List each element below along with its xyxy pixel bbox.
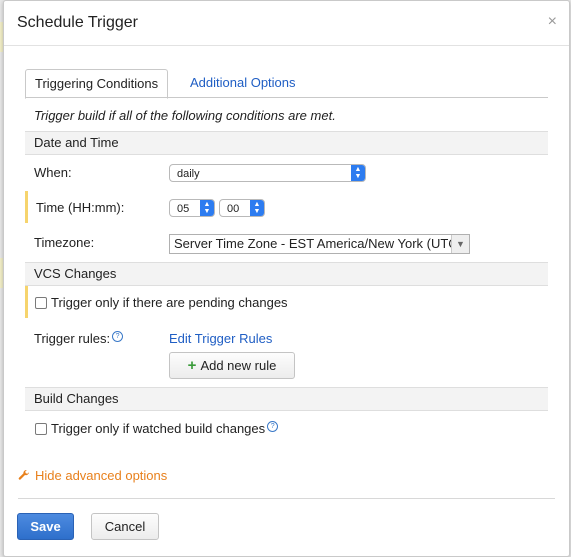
minute-select[interactable]: 00 ▲ ▼ (219, 199, 265, 217)
trigger-rules-label: Trigger rules: (34, 331, 111, 346)
hour-select-value: 05 (177, 203, 190, 215)
hour-select[interactable]: 05 ▲ ▼ (169, 199, 215, 217)
select-stepper-icon: ▲ ▼ (250, 200, 264, 216)
help-icon[interactable]: ? (112, 331, 124, 342)
watched-build-changes-group: Trigger only if watched build changes? (51, 421, 279, 436)
add-new-rule-label: Add new rule (200, 358, 277, 373)
dialog-title: Schedule Trigger (17, 14, 138, 31)
change-marker (25, 191, 28, 223)
minute-select-value: 00 (227, 203, 240, 215)
schedule-trigger-dialog: Schedule Trigger × Triggering Conditions… (3, 0, 570, 557)
change-marker (25, 286, 28, 318)
save-button[interactable]: Save (17, 513, 74, 540)
plus-icon: + (187, 357, 197, 374)
when-select[interactable]: daily ▲ ▼ (169, 164, 366, 182)
section-header-build-changes: Build Changes (25, 387, 548, 411)
help-icon[interactable]: ? (267, 421, 279, 432)
when-select-value: daily (177, 168, 200, 180)
pending-changes-label: Trigger only if there are pending change… (51, 295, 288, 310)
select-stepper-icon: ▲ ▼ (351, 165, 365, 181)
dropdown-arrow-icon: ▼ (451, 235, 469, 253)
tab-triggering-conditions[interactable]: Triggering Conditions (25, 69, 169, 99)
title-divider (4, 45, 569, 46)
wrench-icon (18, 469, 29, 480)
tab-divider (25, 97, 548, 98)
section-header-vcs-changes: VCS Changes (25, 262, 548, 286)
pending-changes-checkbox[interactable] (35, 297, 47, 309)
hide-advanced-options-link[interactable]: Hide advanced options (18, 468, 167, 483)
edit-trigger-rules-link[interactable]: Edit Trigger Rules (169, 331, 272, 346)
timezone-select[interactable]: Server Time Zone - EST America/New York … (169, 234, 470, 254)
when-label: When: (34, 165, 72, 180)
trigger-rules-label-group: Trigger rules:? (34, 331, 124, 346)
cancel-button[interactable]: Cancel (91, 513, 159, 540)
close-icon[interactable]: × (548, 13, 557, 31)
tab-additional-options[interactable]: Additional Options (181, 69, 305, 97)
section-header-date-time: Date and Time (25, 131, 548, 155)
watched-build-changes-label: Trigger only if watched build changes (51, 421, 266, 436)
hide-advanced-options-label: Hide advanced options (35, 468, 168, 483)
time-label: Time (HH:mm): (36, 200, 125, 215)
timezone-select-value: Server Time Zone - EST America/New York … (174, 236, 458, 251)
conditions-intro: Trigger build if all of the following co… (34, 108, 336, 123)
timezone-label: Timezone: (34, 235, 95, 250)
footer-divider (18, 498, 555, 499)
select-stepper-icon: ▲ ▼ (200, 200, 214, 216)
add-new-rule-button[interactable]: + Add new rule (169, 352, 295, 379)
watched-build-changes-checkbox[interactable] (35, 423, 47, 435)
